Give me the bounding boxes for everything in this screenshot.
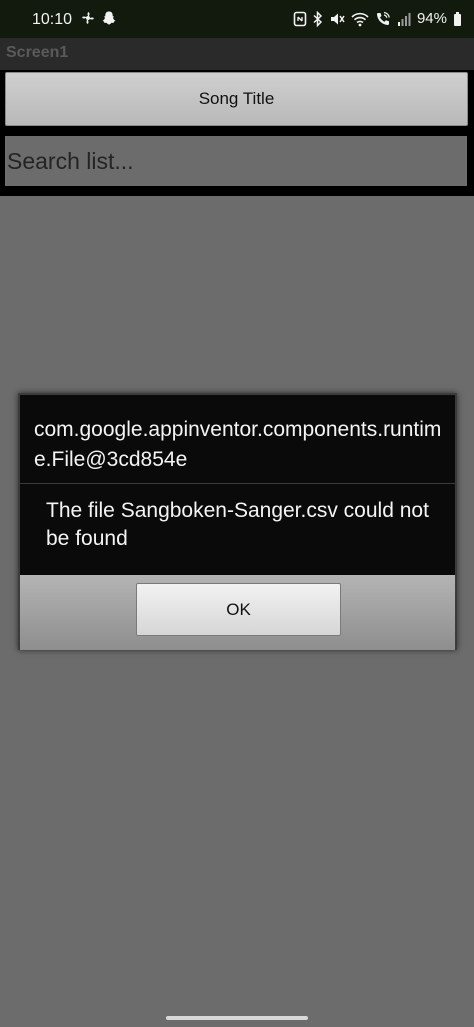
- search-box: [2, 133, 470, 189]
- dialog-button-bar: OK: [20, 575, 455, 650]
- ok-button[interactable]: OK: [136, 583, 341, 636]
- mute-icon: [329, 11, 345, 27]
- wifi-icon: [351, 11, 369, 27]
- signal-icon: [397, 11, 411, 27]
- dialog-title: com.google.appinventor.components.runtim…: [34, 418, 442, 471]
- battery-icon: [453, 11, 462, 27]
- search-input[interactable]: [5, 136, 467, 186]
- fan-icon: [80, 10, 96, 26]
- error-dialog: com.google.appinventor.components.runtim…: [18, 393, 457, 650]
- dialog-message: The file Sangboken-Sanger.csv could not …: [46, 499, 429, 550]
- dialog-divider: [20, 483, 455, 484]
- song-title-button[interactable]: Song Title: [5, 72, 468, 126]
- snapchat-icon: [101, 10, 117, 26]
- screen-title: Screen1: [6, 44, 69, 61]
- status-left-icons: [80, 10, 117, 26]
- gesture-nav-handle[interactable]: [166, 1016, 308, 1020]
- nfc-icon: [293, 11, 307, 27]
- status-bar: 10:10 94%: [0, 0, 474, 38]
- app-screen: 10:10 94% Screen1 Song Title Search list…: [0, 0, 474, 1027]
- bluetooth-icon: [313, 10, 323, 27]
- status-right-icons: 94%: [293, 10, 462, 27]
- wifi-call-icon: [375, 11, 391, 27]
- app-title-bar: Screen1: [0, 38, 474, 70]
- status-time: 10:10: [32, 11, 73, 28]
- battery-percent: 94%: [416, 10, 447, 27]
